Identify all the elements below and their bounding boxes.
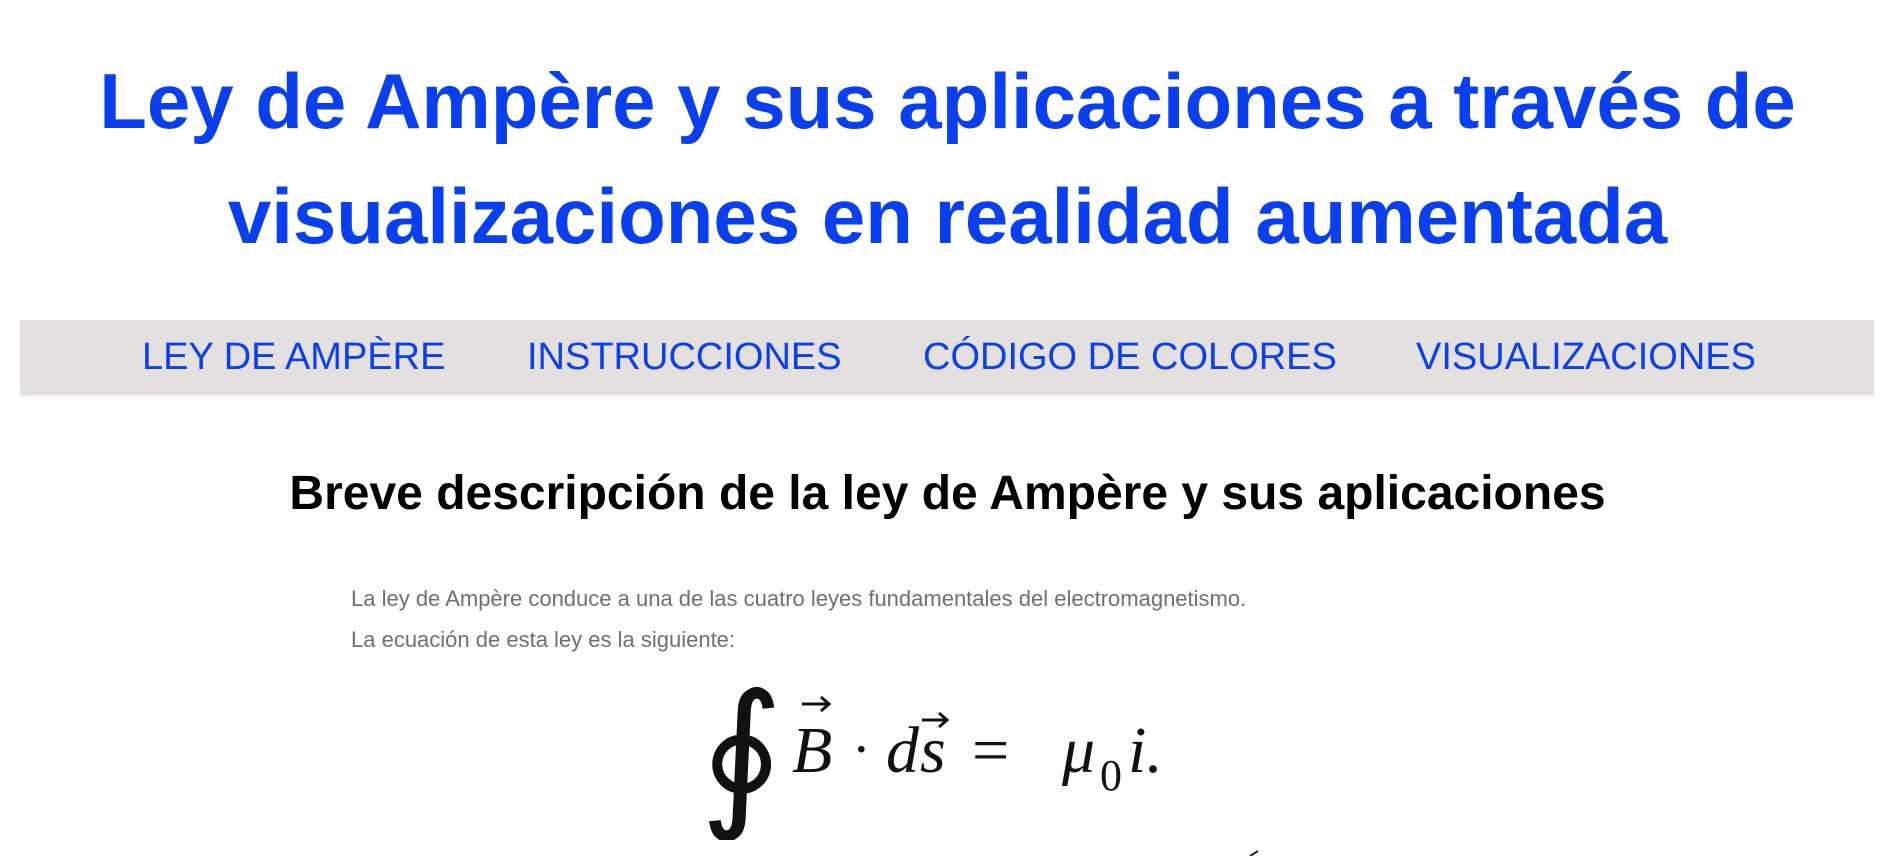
differential-symbol: d — [886, 714, 920, 787]
permeability-subscript: 0 — [1100, 751, 1122, 800]
nav-link-instrucciones[interactable]: INSTRUCCIONES — [527, 320, 842, 395]
site-title: Ley de Ampère y sus aplicaciones a travé… — [20, 44, 1875, 274]
equation-intro-paragraph: La ecuación de esta ley es la siguiente: — [351, 627, 736, 652]
ampere-law-equation: ∮ B · d s = μ 0 i. — [700, 665, 1163, 840]
nav-link-codigo-de-colores[interactable]: CÓDIGO DE COLORES — [923, 320, 1337, 395]
intro-paragraph: La ley de Ampère conduce a una de las cu… — [351, 586, 1247, 611]
partial-equation-mark — [1249, 850, 1259, 856]
page-edge — [1885, 0, 1897, 856]
current-symbol: i. — [1128, 714, 1163, 787]
magnetic-field-symbol: B — [792, 714, 832, 787]
permeability-symbol: μ — [1061, 714, 1095, 787]
dot-product-symbol: · — [852, 719, 871, 781]
section-heading: Breve descripción de la ley de Ampère y … — [289, 467, 1606, 520]
equals-symbol: = — [972, 714, 1009, 787]
nav-link-visualizaciones[interactable]: VISUALIZACIONES — [1416, 320, 1756, 395]
site-title-line-2: visualizaciones en realidad aumentada — [227, 172, 1668, 260]
contour-integral-symbol: ∮ — [700, 665, 783, 840]
site-title-line-1: Ley de Ampère y sus aplicaciones a travé… — [99, 57, 1796, 145]
vector-arrow-b — [802, 695, 832, 713]
nav-link-ley-de-ampere[interactable]: LEY DE AMPÈRE — [142, 320, 445, 395]
main-navigation: LEY DE AMPÈRE INSTRUCCIONES CÓDIGO DE CO… — [20, 320, 1874, 395]
